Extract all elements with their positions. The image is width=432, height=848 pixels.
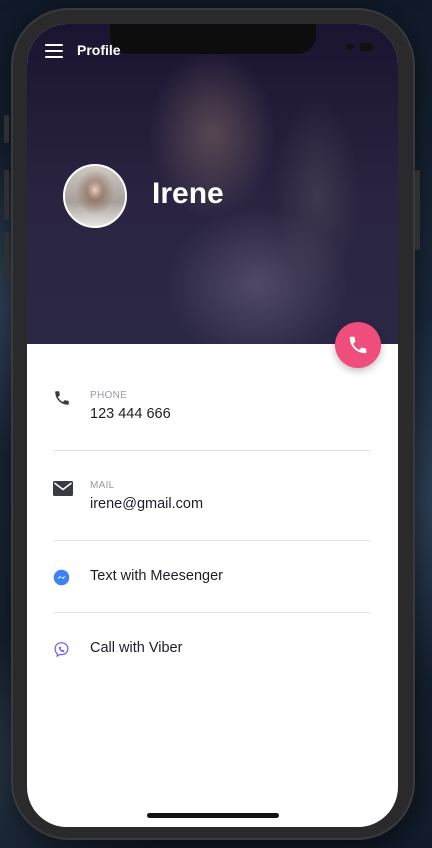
viber-label: Call with Viber — [90, 640, 183, 656]
messenger-label: Text with Meesenger — [90, 568, 223, 584]
mail-value: irene@gmail.com — [90, 496, 204, 512]
status-bar-icons — [344, 42, 374, 52]
hamburger-menu-icon[interactable] — [45, 44, 63, 58]
mail-label: MAIL — [90, 480, 115, 491]
wifi-icon — [344, 42, 356, 52]
divider — [53, 450, 371, 451]
volume-up-button — [4, 170, 9, 220]
profile-name: Irene — [152, 177, 224, 210]
mail-row[interactable]: MAIL irene@gmail.com — [53, 479, 371, 519]
messenger-row[interactable]: Text with Meesenger — [53, 568, 371, 592]
volume-down-button — [4, 232, 9, 282]
messenger-icon — [53, 569, 70, 591]
mute-switch — [4, 115, 9, 143]
mail-icon — [53, 481, 73, 501]
divider — [53, 612, 371, 613]
phone-icon — [53, 389, 71, 412]
phone-icon — [349, 336, 367, 354]
phone-label: PHONE — [90, 390, 128, 401]
profile-header: Profile Irene — [27, 24, 398, 344]
viber-row[interactable]: Call with Viber — [53, 640, 371, 664]
divider — [53, 540, 371, 541]
device-notch — [110, 24, 316, 54]
home-indicator[interactable] — [147, 813, 279, 818]
viber-icon — [53, 641, 70, 663]
avatar[interactable] — [63, 164, 127, 228]
power-button — [415, 170, 420, 250]
app-screen: Profile Irene PHONE 123 444 666 MAIL ire… — [27, 24, 398, 827]
call-button[interactable] — [335, 322, 381, 368]
page-title: Profile — [77, 42, 121, 58]
phone-row[interactable]: PHONE 123 444 666 — [53, 389, 371, 429]
battery-icon — [360, 43, 374, 51]
phone-value: 123 444 666 — [90, 406, 171, 422]
